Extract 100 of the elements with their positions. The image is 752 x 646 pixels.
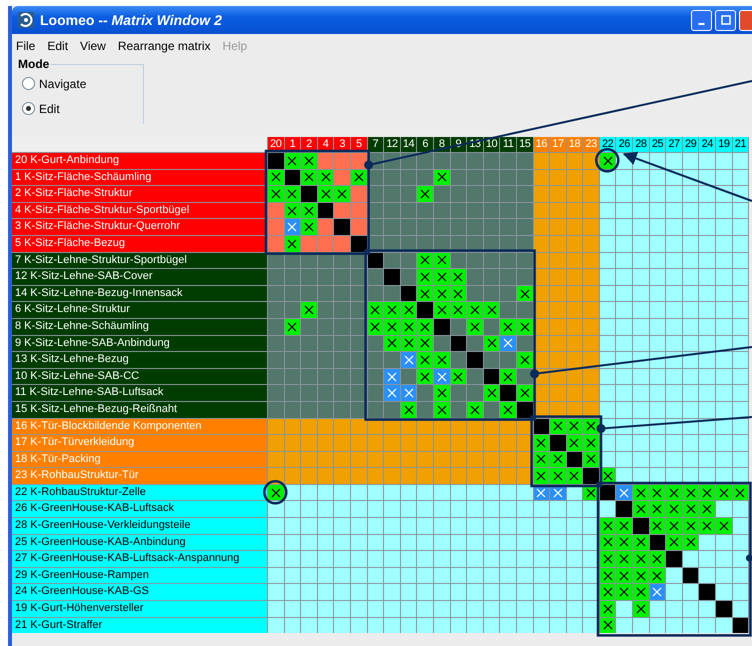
dependency-cell[interactable]: [484, 336, 500, 352]
dependency-cell[interactable]: [516, 286, 532, 302]
dependency-cell[interactable]: [633, 501, 649, 518]
dependency-cell[interactable]: [633, 584, 649, 600]
dependency-cell[interactable]: [650, 484, 666, 500]
dependency-cell[interactable]: [417, 318, 433, 335]
dependency-cell[interactable]: [616, 551, 632, 567]
dependency-cell[interactable]: [616, 568, 632, 584]
dependency-cell[interactable]: [583, 418, 599, 434]
dependency-cell[interactable]: [434, 402, 450, 418]
dependency-cell[interactable]: [301, 153, 317, 169]
dependency-cell[interactable]: [600, 601, 616, 617]
dependency-cell[interactable]: [284, 153, 300, 169]
dependency-cell[interactable]: [434, 269, 450, 285]
dependency-cell[interactable]: [500, 402, 516, 418]
dependency-cell[interactable]: [633, 534, 649, 550]
dependency-cell[interactable]: [284, 202, 300, 218]
dependency-cell[interactable]: [301, 170, 317, 186]
dependency-cell[interactable]: [666, 518, 682, 534]
dependency-cell[interactable]: [566, 435, 582, 451]
dependency-cell[interactable]: [484, 302, 500, 318]
dependency-cell[interactable]: [500, 336, 516, 352]
dependency-cell[interactable]: [600, 534, 616, 550]
dependency-cell[interactable]: [284, 318, 300, 335]
dependency-cell[interactable]: [600, 584, 616, 600]
dependency-cell[interactable]: [417, 368, 433, 384]
dependency-cell[interactable]: [301, 302, 317, 318]
dependency-cell[interactable]: [417, 336, 433, 352]
dependency-cell[interactable]: [682, 484, 698, 500]
dependency-cell[interactable]: [301, 219, 317, 235]
dependency-cell[interactable]: [400, 352, 416, 368]
dependency-cell[interactable]: [434, 302, 450, 318]
dependency-cell[interactable]: [633, 484, 649, 500]
radio-button[interactable]: [22, 102, 35, 115]
dependency-cell[interactable]: [650, 551, 666, 567]
dependency-cell[interactable]: [600, 518, 616, 534]
dependency-cell[interactable]: [600, 153, 616, 169]
dependency-cell[interactable]: [384, 385, 400, 401]
dependency-cell[interactable]: [583, 435, 599, 451]
menu-item[interactable]: File: [16, 39, 36, 53]
dependency-cell[interactable]: [616, 484, 632, 500]
dependency-cell[interactable]: [268, 170, 284, 186]
dependency-cell[interactable]: [400, 302, 416, 318]
dependency-cell[interactable]: [600, 618, 616, 634]
dependency-cell[interactable]: [417, 252, 433, 268]
dependency-cell[interactable]: [400, 402, 416, 418]
dependency-cell[interactable]: [550, 468, 566, 484]
dependency-cell[interactable]: [650, 501, 666, 518]
dependency-cell[interactable]: [732, 484, 748, 500]
dependency-cell[interactable]: [318, 170, 334, 186]
dependency-cell[interactable]: [467, 318, 483, 335]
dependency-cell[interactable]: [699, 501, 716, 518]
dependency-cell[interactable]: [516, 318, 532, 335]
dependency-cell[interactable]: [467, 302, 483, 318]
dependency-cell[interactable]: [368, 302, 384, 318]
dependency-cell[interactable]: [666, 501, 682, 518]
dependency-cell[interactable]: [284, 219, 300, 235]
dependency-cell[interactable]: [384, 368, 400, 384]
dependency-cell[interactable]: [534, 452, 550, 468]
dependency-cell[interactable]: [450, 269, 466, 285]
dependency-cell[interactable]: [633, 551, 649, 567]
dependency-cell[interactable]: [550, 418, 566, 434]
dependency-cell[interactable]: [434, 352, 450, 368]
menu-item[interactable]: View: [80, 39, 106, 53]
dependency-cell[interactable]: [583, 452, 599, 468]
menu-item[interactable]: Edit: [47, 39, 68, 53]
dependency-cell[interactable]: [450, 302, 466, 318]
dependency-cell[interactable]: [384, 336, 400, 352]
dependency-cell[interactable]: [682, 518, 698, 534]
dependency-cell[interactable]: [417, 269, 433, 285]
dependency-cell[interactable]: [450, 368, 466, 384]
dependency-cell[interactable]: [666, 484, 682, 500]
dependency-cell[interactable]: [417, 186, 433, 202]
dependency-cell[interactable]: [417, 286, 433, 302]
dependency-cell[interactable]: [666, 534, 682, 550]
dependency-cell[interactable]: [633, 601, 649, 617]
dependency-cell[interactable]: [534, 468, 550, 484]
dependency-cell[interactable]: [650, 568, 666, 584]
dependency-cell[interactable]: [516, 385, 532, 401]
dependency-cell[interactable]: [368, 318, 384, 335]
dependency-cell[interactable]: [716, 484, 732, 500]
dependency-cell[interactable]: [467, 402, 483, 418]
dependency-cell[interactable]: [434, 368, 450, 384]
dependency-cell[interactable]: [699, 484, 716, 500]
dependency-cell[interactable]: [417, 352, 433, 368]
dependency-cell[interactable]: [600, 551, 616, 567]
radio-button[interactable]: [22, 77, 35, 90]
dependency-cell[interactable]: [600, 568, 616, 584]
dependency-cell[interactable]: [400, 318, 416, 335]
menu-item[interactable]: Rearrange matrix: [118, 39, 211, 53]
dependency-cell[interactable]: [318, 186, 334, 202]
maximize-button[interactable]: [715, 10, 736, 30]
dependency-cell[interactable]: [534, 435, 550, 451]
dependency-cell[interactable]: [384, 318, 400, 335]
dependency-cell[interactable]: [450, 286, 466, 302]
dependency-cell[interactable]: [384, 302, 400, 318]
dependency-cell[interactable]: [350, 170, 367, 186]
dependency-cell[interactable]: [633, 568, 649, 584]
dependency-cell[interactable]: [268, 484, 284, 500]
dependency-cell[interactable]: [550, 452, 566, 468]
